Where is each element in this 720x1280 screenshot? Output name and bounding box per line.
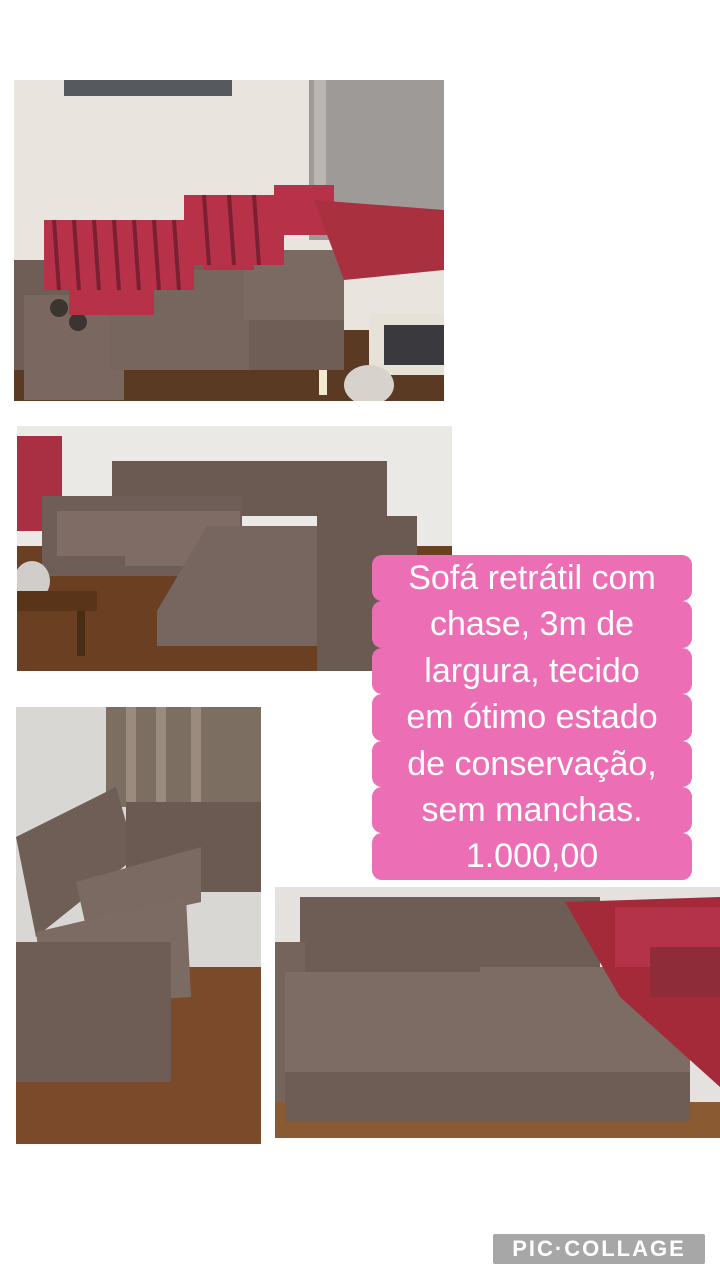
photo-1 [14, 80, 444, 401]
photo-3-image [16, 707, 261, 1144]
caption-line: em ótimo estado [399, 698, 665, 737]
caption-price: 1.000,00 [458, 837, 606, 876]
photo-4-image [275, 887, 720, 1138]
caption-line: largura, tecido [417, 651, 647, 690]
piccollage-watermark: PIC·COLLAGE [493, 1234, 705, 1264]
photo-1-image [14, 80, 444, 401]
photo-3 [16, 707, 261, 1144]
caption-line: Sofá retrátil com [401, 559, 663, 597]
listing-caption: Sofá retrátil com chase, 3m de largura, … [372, 555, 692, 880]
caption-line: sem manchas. [414, 791, 650, 830]
caption-line: chase, 3m de [422, 605, 642, 644]
caption-line: de conservação, [400, 744, 664, 783]
photo-4 [275, 887, 720, 1138]
